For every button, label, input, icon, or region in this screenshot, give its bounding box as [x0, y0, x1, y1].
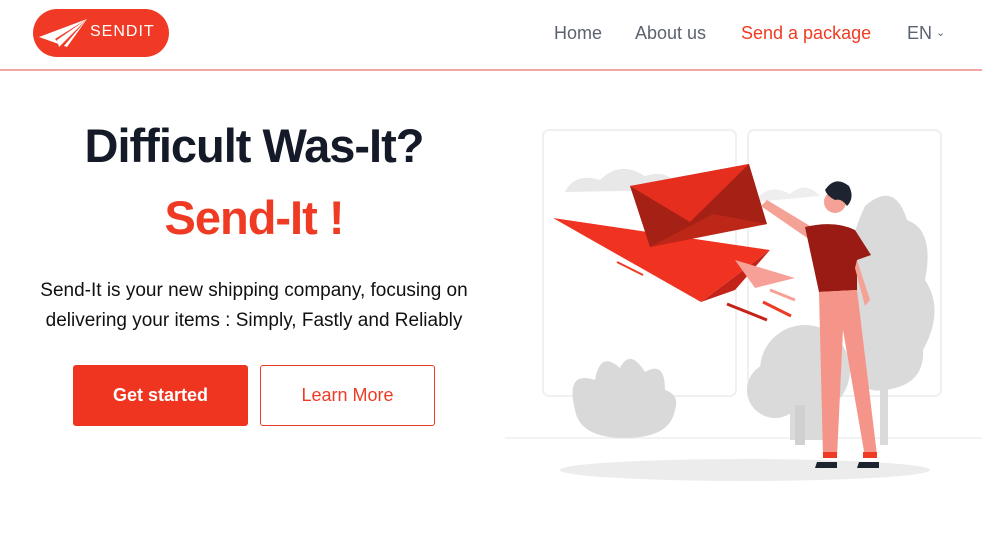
sendit-logo[interactable]: SENDIT: [33, 9, 169, 57]
language-label: EN: [907, 23, 933, 43]
hero-illustration: [505, 129, 982, 481]
hero-description: Send-It is your new shipping company, fo…: [40, 280, 468, 331]
chevron-down-icon: ⌄: [936, 27, 946, 39]
hero-subtitle: Send-It !: [164, 191, 345, 244]
navbar: SENDIT Home About us Send a package EN ⌄: [0, 0, 982, 71]
nav-link-send-a-package[interactable]: Send a package: [741, 23, 871, 44]
learn-more-button[interactable]: Learn More: [260, 365, 435, 426]
hero-title: Difficult Was-It?: [84, 119, 425, 172]
language-selector[interactable]: EN ⌄: [907, 23, 945, 44]
logo-text: SENDIT: [90, 23, 155, 40]
paper-plane-icon: [39, 19, 87, 47]
get-started-button[interactable]: Get started: [73, 365, 248, 426]
nav-link-home[interactable]: Home: [554, 23, 602, 44]
nav-link-about-us[interactable]: About us: [635, 23, 706, 44]
